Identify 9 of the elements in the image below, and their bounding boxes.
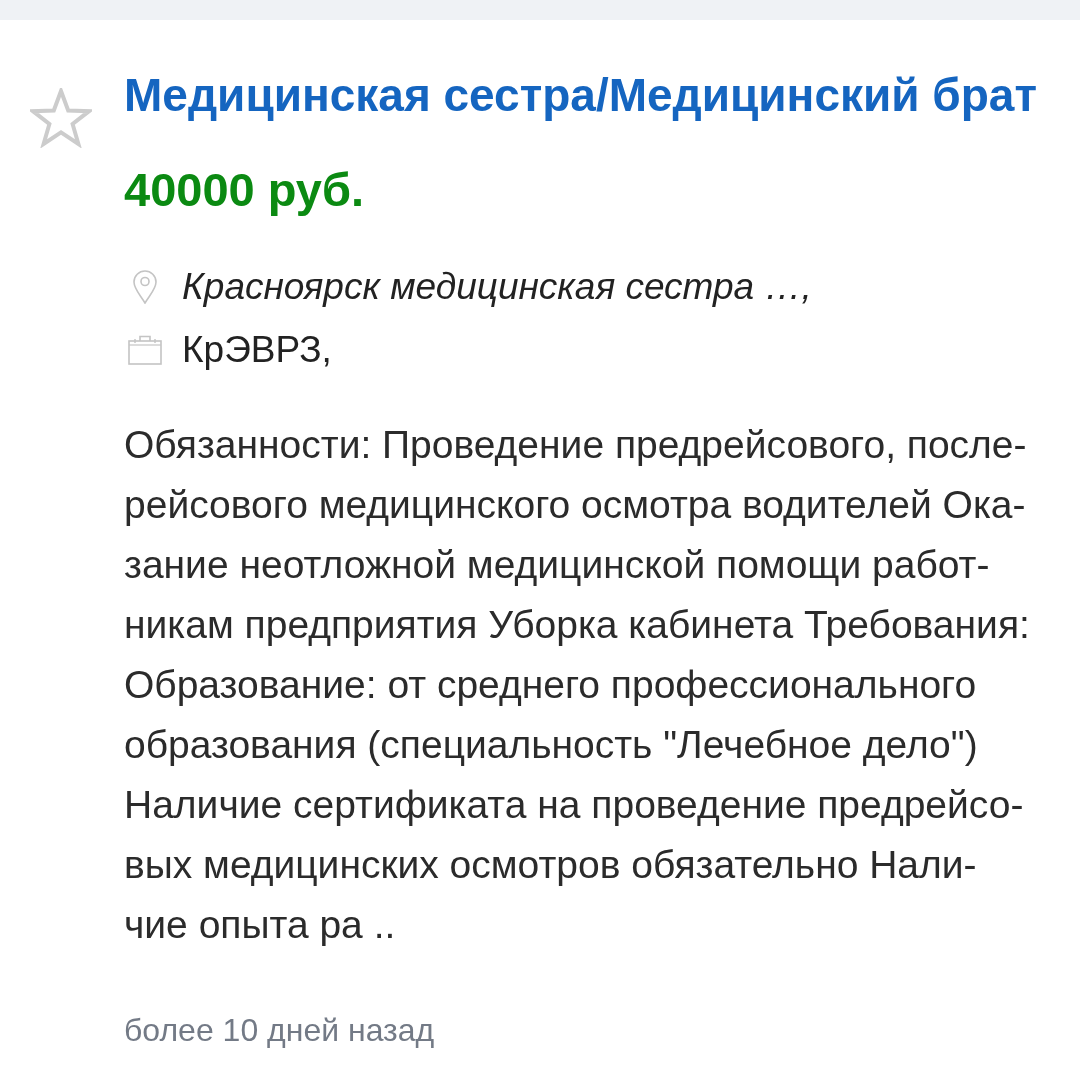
salary: 40000 руб. <box>124 162 365 218</box>
posted-date: более 10 дней назад <box>124 1011 435 1050</box>
company-name: КрЭВРЗ, <box>182 328 332 372</box>
location-text: Красноярск медицинская сестра …, <box>182 265 812 309</box>
vacancy-description: Обязанности: Проведение предрейсового, после- рейсового медицинского осмотра водителей Ока- зание неотложной медицинской помощи работ- никам предприятия Уборка кабинета Требования: Образование: от среднего профессионального образования (специальность "Лечебное дело") Наличие сертификата на проведение предрейсо- вых медицинских осмотров обязательно Нали- чие опыта ра .. <box>124 422 1030 948</box>
favorite-star-icon[interactable] <box>30 88 92 148</box>
location-pin-icon <box>133 270 157 304</box>
briefcase-icon <box>128 335 162 365</box>
vacancy-title-link[interactable]: Медицинская сестра/Медицинский брат <box>124 67 1037 123</box>
